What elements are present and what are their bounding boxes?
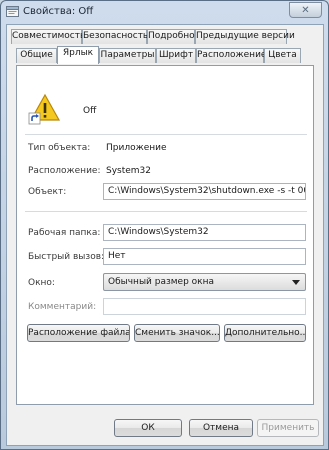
- tab-colors[interactable]: Цвета: [264, 48, 301, 63]
- run-combo[interactable]: Обычный размер окна: [103, 273, 306, 291]
- target-label: Объект:: [28, 187, 67, 197]
- warning-shortcut-icon: [28, 93, 61, 125]
- open-file-location-button[interactable]: Расположение файла: [27, 324, 130, 342]
- dialog-client-area: Совместимость Безопасность Подробно Пред…: [6, 24, 324, 446]
- close-button[interactable]: ✕: [289, 2, 322, 18]
- shortcut-name: Off: [83, 106, 97, 116]
- hotkey-label: Быстрый вызов:: [28, 252, 105, 262]
- comment-field[interactable]: [103, 298, 306, 315]
- tab-previous-versions[interactable]: Предыдущие версии: [195, 29, 295, 44]
- target-field[interactable]: C:\Windows\System32\shutdown.exe -s -t 0…: [103, 183, 306, 200]
- tab-font[interactable]: Шрифт: [156, 48, 196, 63]
- tab-security[interactable]: Безопасность: [82, 29, 148, 44]
- chevron-down-icon: [292, 280, 300, 285]
- comment-label: Комментарий:: [28, 302, 97, 312]
- ok-button[interactable]: ОК: [114, 419, 182, 437]
- run-label: Окно:: [28, 278, 55, 288]
- tab-general[interactable]: Общие: [16, 48, 57, 63]
- tab-options[interactable]: Параметры: [99, 48, 156, 63]
- properties-window: Свойства: Off ✕ Совместимость Безопаснос…: [0, 0, 329, 450]
- type-label: Тип объекта:: [28, 143, 91, 153]
- tab-details[interactable]: Подробно: [147, 29, 195, 44]
- close-icon: ✕: [301, 4, 310, 16]
- shortcut-tab-panel: Off Тип объекта: Приложение Расположение…: [16, 65, 314, 405]
- cancel-button[interactable]: Отмена: [189, 419, 253, 437]
- start-in-label: Рабочая папка:: [28, 228, 101, 238]
- apply-button[interactable]: Применить: [257, 419, 319, 437]
- window-icon: [6, 6, 19, 17]
- start-in-field[interactable]: C:\Windows\System32: [103, 224, 306, 241]
- location-value: System32: [106, 166, 152, 176]
- advanced-button[interactable]: Дополнительно...: [224, 324, 306, 342]
- type-value: Приложение: [106, 143, 167, 153]
- tab-layout[interactable]: Расположение: [196, 48, 266, 63]
- tab-compatibility[interactable]: Совместимость: [11, 29, 85, 44]
- tab-shortcut[interactable]: Ярлык: [57, 46, 99, 64]
- hotkey-field[interactable]: Нет: [103, 248, 306, 265]
- window-title: Свойства: Off: [23, 6, 94, 17]
- run-value: Обычный размер окна: [108, 277, 215, 287]
- separator: [25, 134, 307, 135]
- change-icon-button[interactable]: Сменить значок...: [134, 324, 220, 342]
- location-label: Расположение:: [28, 166, 101, 176]
- title-bar[interactable]: Свойства: Off ✕: [1, 1, 328, 23]
- separator: [25, 211, 307, 212]
